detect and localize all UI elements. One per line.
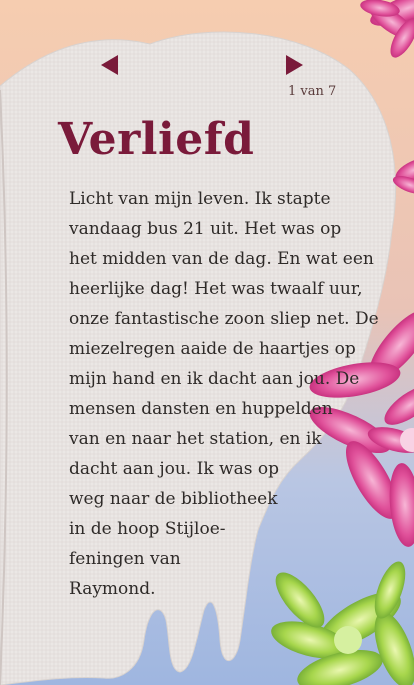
poem-line: Raymond. (69, 579, 156, 599)
poem-line: Licht van mijn leven. Ik stapte (69, 189, 331, 209)
poem-line: van en naar het station, en ik (69, 429, 322, 449)
poem-body: Licht van mijn leven. Ik stapte vandaag … (69, 184, 379, 604)
poem-line: weg naar de bibliotheek (69, 489, 278, 509)
poem-title: Verliefd (58, 114, 255, 165)
triangle-left-icon (101, 55, 118, 75)
poem-line: in de hoop Stijloe- (69, 519, 226, 539)
poem-line: onze fantastische zoon sliep net. De (69, 309, 379, 329)
poem-line: mensen dansten en huppelden (69, 399, 333, 419)
poem-line: mijn hand en ik dacht aan jou. De (69, 369, 360, 389)
poem-line: feningen van (69, 549, 181, 569)
poem-line: heerlijke dag! Het was twaalf uur, (69, 279, 363, 299)
poem-line: miezelregen aaide de haartjes op (69, 339, 356, 359)
previous-page-button[interactable] (96, 52, 122, 78)
page-counter: 1 van 7 (288, 84, 337, 99)
poem-line: dacht aan jou. Ik was op (69, 459, 279, 479)
triangle-right-icon (286, 55, 303, 75)
poem-line: het midden van de dag. En wat een (69, 249, 374, 269)
poem-line: vandaag bus 21 uit. Het was op (69, 219, 342, 239)
next-page-button[interactable] (282, 52, 308, 78)
